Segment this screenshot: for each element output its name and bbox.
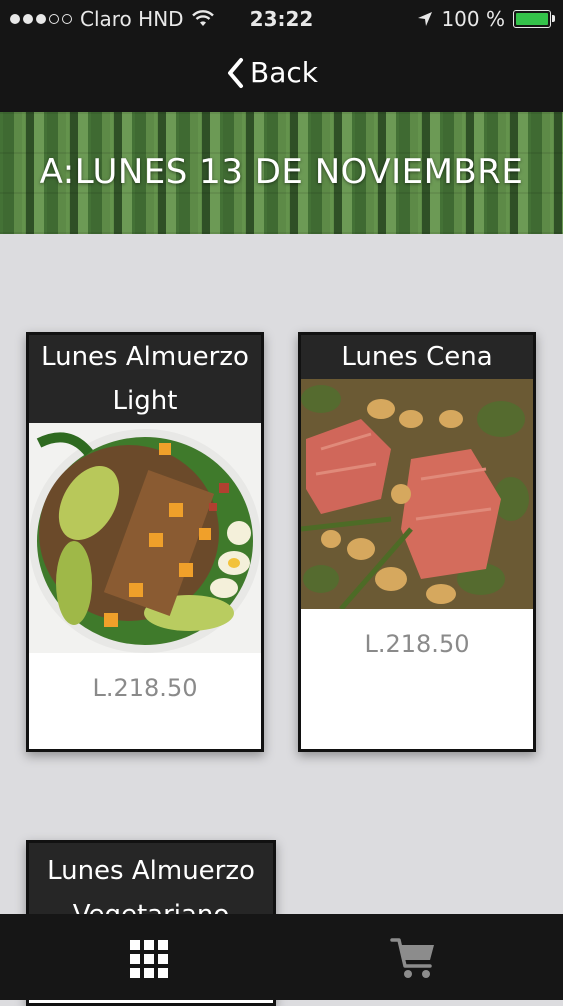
battery-icon [513, 10, 555, 28]
chevron-left-icon [228, 57, 243, 88]
location-icon [418, 12, 433, 26]
cart-icon [390, 938, 434, 978]
header-banner: A:LUNES 13 DE NOVIEMBRE [0, 112, 563, 234]
grid-icon [130, 940, 168, 978]
product-card[interactable]: Lunes Almuerzo Light L.218.50 [26, 332, 264, 752]
product-price: L.218.50 [364, 630, 470, 658]
battery-percent: 100 % [441, 7, 505, 31]
back-label: Back [250, 56, 318, 89]
product-name: Lunes Almuerzo Light [29, 335, 261, 423]
page-title: A:LUNES 13 DE NOVIEMBRE [39, 152, 524, 192]
tab-bar [0, 914, 563, 1000]
tab-menu[interactable] [118, 936, 178, 980]
status-right: 100 % [417, 7, 555, 31]
product-name: Lunes Cena Light [301, 335, 533, 416]
product-price: L.218.50 [92, 674, 198, 702]
status-bar: Claro HND 23:22 100 % [0, 0, 563, 38]
tab-cart[interactable] [384, 934, 444, 982]
product-image [301, 379, 533, 609]
navigation-bar: Back [0, 38, 563, 112]
product-image [29, 423, 261, 653]
product-card[interactable]: Lunes Cena Light L.218.5 [298, 332, 536, 752]
back-button[interactable]: Back [226, 56, 318, 89]
